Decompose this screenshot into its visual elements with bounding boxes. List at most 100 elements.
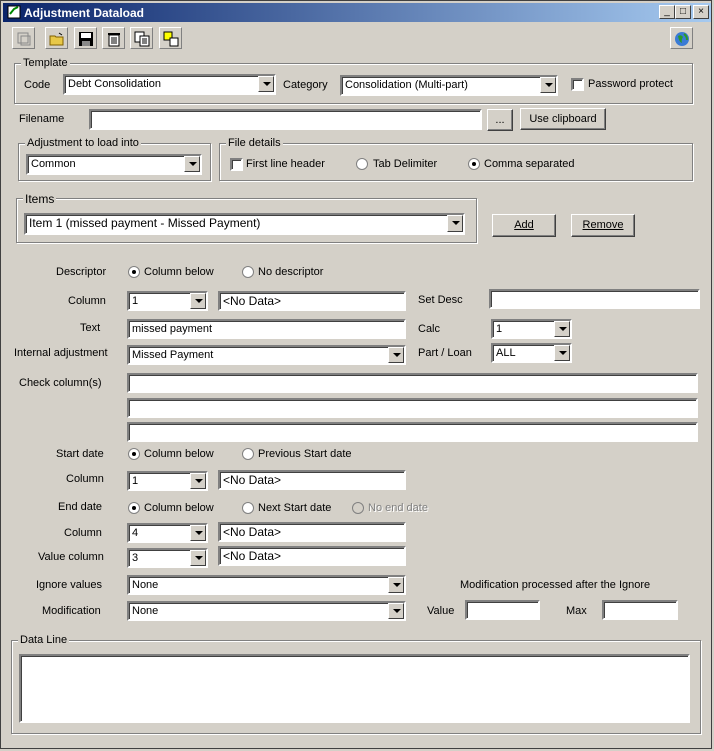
max-input[interactable]	[602, 600, 678, 620]
calc-select[interactable]: 1	[491, 319, 572, 339]
calc-label: Calc	[418, 323, 441, 335]
end-date-column-data: <No Data>	[218, 522, 406, 542]
internal-adjustment-label: Internal adjustment	[14, 347, 108, 359]
file-details-legend: File details	[226, 137, 283, 149]
end-date-column-below-label: Column below	[144, 502, 214, 514]
chevron-down-icon[interactable]	[388, 347, 404, 363]
first-line-header-checkbox[interactable]	[230, 158, 243, 171]
start-date-label: Start date	[56, 448, 104, 460]
items-value: Item 1 (missed payment - Missed Payment)	[29, 216, 261, 230]
save-icon	[79, 32, 93, 46]
start-date-column-select[interactable]: 1	[127, 471, 208, 491]
swap-icon	[163, 31, 179, 47]
chevron-down-icon[interactable]	[554, 321, 570, 337]
category-select[interactable]: Consolidation (Multi-part)	[340, 75, 558, 96]
set-desc-input[interactable]	[489, 289, 700, 309]
items-select[interactable]: Item 1 (missed payment - Missed Payment)	[24, 213, 465, 235]
filename-input[interactable]	[89, 109, 482, 130]
check-column-input-1[interactable]	[127, 373, 698, 393]
adjustment-dataload-window: Adjustment Dataload _ □ × Template Code …	[0, 0, 712, 749]
modification-select[interactable]: None	[127, 601, 406, 621]
ignore-values-select[interactable]: None	[127, 575, 406, 595]
new-button[interactable]	[12, 27, 35, 49]
text-label: Text	[80, 322, 101, 334]
title-bar[interactable]: Adjustment Dataload _ □ ×	[3, 3, 711, 22]
value-column-label: Value column	[38, 551, 104, 563]
comma-separated-label: Comma separated	[484, 158, 575, 170]
chevron-down-icon[interactable]	[554, 345, 570, 361]
start-date-column-data: <No Data>	[218, 470, 406, 490]
data-line-textarea[interactable]	[19, 654, 690, 723]
internal-adjustment-select[interactable]: Missed Payment	[127, 345, 406, 365]
chevron-down-icon[interactable]	[388, 577, 404, 593]
chevron-down-icon[interactable]	[447, 215, 463, 232]
code-value: Debt Consolidation	[68, 78, 161, 90]
chevron-down-icon[interactable]	[258, 76, 274, 92]
close-button[interactable]: ×	[693, 5, 709, 19]
window-title: Adjustment Dataload	[24, 6, 145, 20]
use-clipboard-button[interactable]: Use clipboard	[520, 108, 606, 130]
password-protect-label: Password protect	[588, 78, 673, 90]
previous-start-date-label: Previous Start date	[258, 448, 352, 460]
column-label: Column	[64, 527, 102, 539]
maximize-button[interactable]: □	[675, 5, 691, 19]
start-date-column-below-radio[interactable]	[128, 448, 140, 460]
no-descriptor-radio[interactable]	[242, 266, 254, 278]
add-button[interactable]: Add	[492, 214, 556, 237]
open-icon	[49, 32, 64, 46]
set-desc-label: Set Desc	[418, 294, 463, 306]
part-loan-label: Part / Loan	[418, 347, 472, 359]
items-legend: Items	[23, 192, 57, 206]
tab-delimiter-radio[interactable]	[356, 158, 368, 170]
globe-icon	[675, 32, 689, 46]
open-button[interactable]	[45, 27, 68, 49]
copy-button[interactable]	[130, 27, 153, 49]
value-column-data: <No Data>	[218, 546, 406, 566]
previous-start-date-radio[interactable]	[242, 448, 254, 460]
category-value: Consolidation (Multi-part)	[345, 79, 468, 91]
check-column-input-2[interactable]	[127, 398, 698, 418]
value-column-select[interactable]: 3	[127, 548, 208, 568]
data-line-legend: Data Line	[18, 634, 70, 646]
next-start-date-radio[interactable]	[242, 502, 254, 514]
app-icon	[7, 5, 21, 19]
modification-label: Modification	[42, 605, 101, 617]
password-protect-checkbox[interactable]	[571, 78, 584, 91]
adjustment-legend: Adjustment to load into	[25, 137, 141, 149]
delete-icon	[108, 33, 120, 47]
descriptor-column-below-radio[interactable]	[128, 266, 140, 278]
chevron-down-icon[interactable]	[190, 473, 206, 489]
chevron-down-icon[interactable]	[190, 550, 206, 566]
adjustment-select[interactable]: Common	[26, 154, 202, 175]
chevron-down-icon[interactable]	[388, 603, 404, 619]
chevron-down-icon[interactable]	[184, 156, 200, 172]
part-loan-select[interactable]: ALL	[491, 343, 572, 363]
descriptor-column-select[interactable]: 1	[127, 291, 208, 311]
check-columns-label: Check column(s)	[19, 377, 102, 389]
code-select[interactable]: Debt Consolidation	[63, 74, 276, 95]
check-column-input-3[interactable]	[127, 422, 698, 442]
comma-separated-radio[interactable]	[468, 158, 480, 170]
end-date-column-select[interactable]: 4	[127, 523, 208, 543]
chevron-down-icon[interactable]	[540, 77, 556, 93]
end-date-column-below-radio[interactable]	[128, 502, 140, 514]
column-label: Column	[66, 473, 104, 485]
help-button[interactable]	[670, 27, 693, 49]
remove-button[interactable]: Remove	[571, 214, 635, 237]
modification-note: Modification processed after the Ignore	[460, 579, 651, 591]
start-date-column-below-label: Column below	[144, 448, 214, 460]
adjustment-value: Common	[31, 158, 76, 170]
descriptor-column-data: <No Data>	[218, 291, 406, 311]
save-button[interactable]	[74, 27, 97, 49]
browse-button[interactable]: ...	[487, 109, 513, 131]
text-input[interactable]: missed payment	[127, 319, 406, 339]
chevron-down-icon[interactable]	[190, 293, 206, 309]
delete-button[interactable]	[102, 27, 125, 49]
code-label: Code	[24, 79, 51, 91]
chevron-down-icon[interactable]	[190, 525, 206, 541]
value-input[interactable]	[465, 600, 540, 620]
ignore-values-label: Ignore values	[36, 579, 103, 591]
tab-delimiter-label: Tab Delimiter	[373, 158, 438, 170]
swap-button[interactable]	[159, 27, 182, 49]
minimize-button[interactable]: _	[659, 5, 675, 19]
